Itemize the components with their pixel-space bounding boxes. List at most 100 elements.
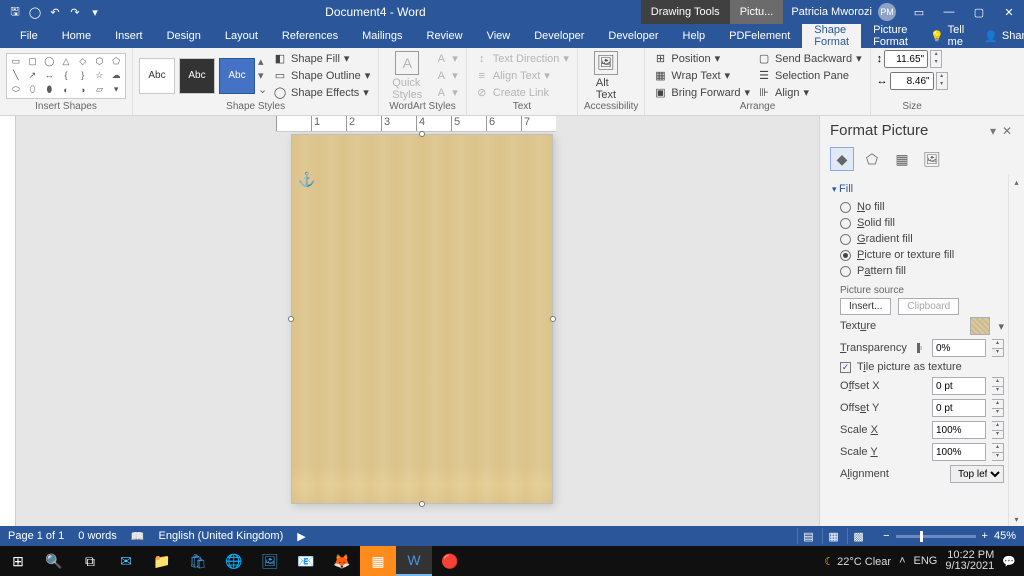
tile-checkbox[interactable]: ✓Tile picture as texture (832, 359, 1022, 375)
firefox-icon[interactable]: 🦊 (324, 546, 360, 576)
cat-effects-icon[interactable]: ⬠ (860, 147, 884, 171)
tell-me[interactable]: 💡Tell me (920, 24, 974, 48)
chrome-icon[interactable]: 🔴 (432, 546, 468, 576)
shape-fill-button[interactable]: ◧Shape Fill ▾ (271, 51, 372, 67)
zoom-out-icon[interactable]: − (883, 530, 889, 542)
undo-icon[interactable]: ↶ (46, 3, 64, 21)
scale-y-input[interactable] (932, 443, 986, 461)
word-count[interactable]: 0 words (78, 530, 117, 542)
ribbon-options-icon[interactable]: ▭ (904, 0, 934, 24)
style-swatch-2[interactable]: Abc (179, 58, 215, 94)
document-page[interactable]: ⚓ (291, 134, 553, 504)
style-swatch-3[interactable]: Abc (219, 58, 255, 94)
position-button[interactable]: ⊞Position ▾ (651, 51, 752, 67)
cat-fill-line-icon[interactable]: ◆ (830, 147, 854, 171)
pane-scrollbar[interactable]: ▴▾ (1008, 175, 1024, 526)
resize-handle-s[interactable] (419, 501, 425, 507)
view-read-icon[interactable]: ▤ (797, 528, 819, 544)
style-gallery[interactable]: Abc Abc Abc (139, 58, 255, 94)
tab-help[interactable]: Help (671, 24, 718, 48)
tab-developer-2[interactable]: Developer (596, 24, 670, 48)
texture-swatch[interactable] (970, 317, 990, 335)
page-count[interactable]: Page 1 of 1 (8, 530, 64, 542)
horizontal-ruler[interactable]: 1234567 (276, 116, 556, 132)
resize-handle-e[interactable] (550, 316, 556, 322)
shape-effects-button[interactable]: ◯Shape Effects ▾ (271, 85, 372, 101)
minimize-icon[interactable]: — (934, 0, 964, 24)
resize-handle-n[interactable] (419, 131, 425, 137)
explorer-icon[interactable]: 📁 (144, 546, 180, 576)
tab-review[interactable]: Review (415, 24, 475, 48)
tab-insert[interactable]: Insert (103, 24, 155, 48)
zoom-in-icon[interactable]: + (982, 530, 988, 542)
context-tab-drawing-tools[interactable]: Drawing Tools (641, 0, 730, 24)
option-no-fill[interactable]: No fill (832, 199, 1022, 215)
transparency-spinner[interactable]: ▴▾ (992, 339, 1004, 357)
store-icon[interactable]: 🛍 (180, 546, 216, 576)
align-objects-button[interactable]: ⊪Align ▾ (755, 85, 864, 101)
weather-widget[interactable]: ☾ 22°C Clear (824, 555, 891, 568)
resize-handle-w[interactable] (288, 316, 294, 322)
close-icon[interactable]: ✕ (994, 0, 1024, 24)
tab-pdfelement[interactable]: PDFelement (717, 24, 802, 48)
vertical-ruler[interactable] (0, 116, 16, 526)
edge-icon[interactable]: 🌐 (216, 546, 252, 576)
autosave-icon[interactable]: ◯ (26, 3, 44, 21)
option-picture-fill[interactable]: Picture or texture fill (832, 247, 1022, 263)
shape-width-input[interactable] (890, 72, 934, 90)
transparency-input[interactable] (932, 339, 986, 357)
option-gradient-fill[interactable]: Gradient fill (832, 231, 1022, 247)
tab-shape-format[interactable]: Shape Format (802, 24, 861, 48)
tab-file[interactable]: File (8, 24, 50, 48)
shapes-gallery[interactable]: ▭▢◯△◇⬡⬠ ╲↗↔{}☆☁ ⬭⬯⬮◐◑▱▾ (6, 53, 126, 99)
ime-indicator[interactable]: ENG (914, 555, 938, 567)
macro-icon[interactable]: ▶ (297, 530, 305, 543)
send-backward-button[interactable]: ▢Send Backward ▾ (755, 51, 864, 67)
pane-close-icon[interactable]: ✕ (1000, 124, 1014, 138)
cat-layout-icon[interactable]: ▦ (890, 147, 914, 171)
spelling-icon[interactable]: 📖 (131, 530, 145, 543)
offset-y-input[interactable] (932, 399, 986, 417)
offset-x-input[interactable] (932, 377, 986, 395)
alt-text-button[interactable]: 🖼Alt Text (584, 51, 628, 101)
cat-picture-icon[interactable]: 🖼 (920, 147, 944, 171)
shape-outline-button[interactable]: ▭Shape Outline ▾ (271, 68, 372, 84)
offset-x-spinner[interactable]: ▴▾ (992, 377, 1004, 395)
share-button[interactable]: 👤Share (974, 24, 1024, 48)
tab-picture-format[interactable]: Picture Format (861, 24, 920, 48)
user-account[interactable]: Patricia Mworozi PM (783, 3, 904, 21)
scale-x-input[interactable] (932, 421, 986, 439)
view-web-icon[interactable]: ▩ (847, 528, 869, 544)
photos-icon[interactable]: 🖼 (252, 546, 288, 576)
save-icon[interactable]: 🖫 (6, 3, 24, 21)
start-icon[interactable]: ⊞ (0, 546, 36, 576)
word-icon[interactable]: W (396, 546, 432, 576)
tray-chevron-icon[interactable]: ˄ (899, 555, 905, 567)
alignment-select[interactable]: Top left (950, 465, 1004, 483)
scale-x-spinner[interactable]: ▴▾ (992, 421, 1004, 439)
pane-options-icon[interactable]: ▾ (986, 124, 1000, 138)
tab-mailings[interactable]: Mailings (350, 24, 414, 48)
tab-home[interactable]: Home (50, 24, 103, 48)
height-spinner[interactable]: ▴▾ (930, 50, 942, 68)
redo-icon[interactable]: ↷ (66, 3, 84, 21)
wrap-text-button[interactable]: ▦Wrap Text ▾ (651, 68, 752, 84)
insert-picture-button[interactable]: Insert... (840, 298, 891, 315)
scale-y-spinner[interactable]: ▴▾ (992, 443, 1004, 461)
tab-design[interactable]: Design (155, 24, 213, 48)
tab-layout[interactable]: Layout (213, 24, 270, 48)
context-tab-picture-tools[interactable]: Pictu... (730, 0, 784, 24)
document-area[interactable]: 1234567 ⚓ (16, 116, 819, 526)
customize-qat-icon[interactable]: ▾ (86, 3, 104, 21)
transparency-slider[interactable] (917, 346, 922, 350)
tab-view[interactable]: View (475, 24, 523, 48)
option-pattern-fill[interactable]: Pattern fill (832, 263, 1022, 279)
clock[interactable]: 10:22 PM9/13/2021 (945, 550, 994, 572)
option-solid-fill[interactable]: Solid fill (832, 215, 1022, 231)
shape-height-input[interactable] (884, 50, 928, 68)
language-status[interactable]: English (United Kingdom) (159, 530, 284, 542)
task-view-icon[interactable]: ⧉ (72, 546, 108, 576)
zoom-slider[interactable] (896, 535, 976, 538)
tab-references[interactable]: References (270, 24, 350, 48)
section-fill[interactable]: Fill (832, 179, 1022, 199)
